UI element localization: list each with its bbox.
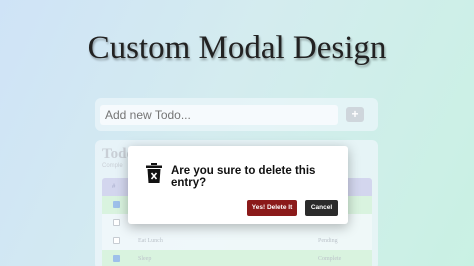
delete-confirm-modal: Are you sure to delete this entry? Yes! … — [128, 146, 348, 224]
add-todo-button[interactable]: + — [346, 107, 364, 122]
row-text: Eat Lunch — [138, 238, 163, 244]
table-header-number: # — [112, 184, 116, 190]
modal-message: Are you sure to delete this entry? — [171, 165, 316, 189]
row-checkbox[interactable] — [113, 219, 120, 226]
row-checkbox[interactable] — [113, 201, 120, 208]
add-todo-input[interactable] — [100, 105, 338, 125]
confirm-delete-button[interactable]: Yes! Delete It — [247, 200, 297, 216]
row-checkbox[interactable] — [113, 255, 120, 262]
todo-list-subtitle: Comple — [102, 163, 123, 169]
row-checkbox[interactable] — [113, 237, 120, 244]
table-row: Sleep Complete — [102, 250, 372, 266]
row-text: Sleep — [138, 256, 152, 262]
cancel-button[interactable]: Cancel — [305, 200, 338, 216]
trash-icon — [146, 163, 162, 183]
row-status: Complete — [318, 256, 342, 262]
page-title: Custom Modal Design — [87, 30, 387, 66]
row-status: Pending — [318, 238, 338, 244]
add-todo-panel: + — [95, 98, 378, 131]
table-row: Eat Lunch Pending — [102, 232, 372, 250]
